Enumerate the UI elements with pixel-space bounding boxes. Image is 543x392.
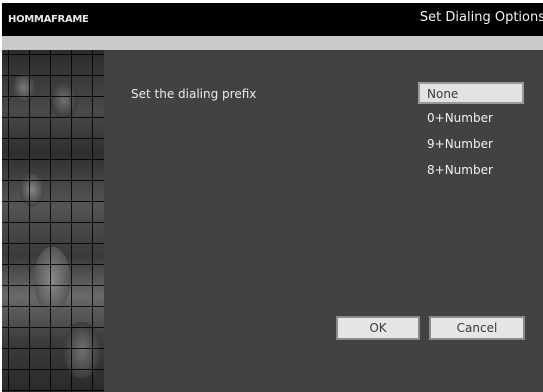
prefix-option-none[interactable]: None (418, 82, 524, 104)
prefix-option-8-number[interactable]: 8+Number (418, 160, 524, 182)
cancel-button[interactable]: Cancel (429, 316, 525, 340)
title-bar: HOMMAFRAME Set Dialing Options (2, 3, 543, 36)
prefix-option-list: None 0+Number 9+Number 8+Number (418, 82, 524, 186)
header-divider-stripe (2, 36, 543, 50)
ok-button[interactable]: OK (336, 316, 420, 340)
screen-title: Set Dialing Options (419, 10, 543, 25)
wedding-photo-mosaic-image (2, 50, 104, 392)
prefix-option-9-number[interactable]: 9+Number (418, 134, 524, 156)
prefix-option-0-number[interactable]: 0+Number (418, 108, 524, 130)
dialing-options-screen: HOMMAFRAME Set Dialing Options Set the d… (0, 0, 543, 392)
options-panel: Set the dialing prefix None 0+Number 9+N… (104, 50, 543, 392)
photo-grid-overlay (2, 50, 104, 392)
brand-logo: HOMMAFRAME (8, 14, 89, 25)
dialing-prefix-prompt: Set the dialing prefix (131, 87, 257, 101)
